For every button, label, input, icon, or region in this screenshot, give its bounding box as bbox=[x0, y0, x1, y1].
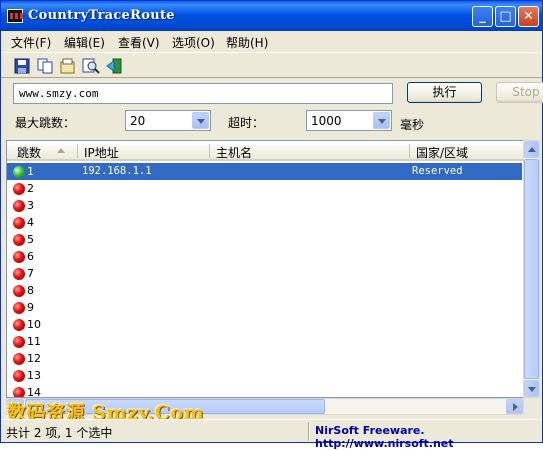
table-row[interactable]: 7 bbox=[7, 265, 522, 282]
timeout-select[interactable]: 1000 bbox=[306, 110, 392, 131]
minimize-icon: _ bbox=[479, 9, 486, 24]
column-header-hostname[interactable]: 主机名 bbox=[216, 144, 252, 161]
table-row[interactable]: 6 bbox=[7, 248, 522, 265]
row-hop: 5 bbox=[27, 233, 34, 246]
app-window: CountryTraceRoute _ □ ✕ 文件(F) 编辑(E) 查看(V… bbox=[0, 0, 543, 450]
timeout-value: 1000 bbox=[311, 114, 342, 128]
close-button[interactable]: ✕ bbox=[518, 6, 539, 27]
status-count: 共计 2 项, 1 个选中 bbox=[6, 426, 113, 440]
row-hop: 3 bbox=[27, 199, 34, 212]
row-hop: 4 bbox=[27, 216, 34, 229]
status-fail-icon bbox=[13, 217, 25, 229]
app-icon bbox=[7, 9, 23, 23]
column-divider[interactable] bbox=[77, 144, 78, 158]
table-row[interactable]: 1 192.168.1.1 Reserved bbox=[7, 163, 522, 180]
execute-button[interactable]: 执行 bbox=[407, 82, 482, 103]
max-hops-label: 最大跳数： bbox=[15, 116, 76, 130]
row-hop: 6 bbox=[27, 250, 34, 263]
exit-icon[interactable] bbox=[105, 57, 123, 75]
row-hop: 10 bbox=[27, 318, 41, 331]
table-row[interactable]: 12 bbox=[7, 350, 522, 367]
column-header-ip[interactable]: IP地址 bbox=[84, 144, 119, 161]
menu-edit[interactable]: 编辑(E) bbox=[64, 34, 105, 51]
menu-help[interactable]: 帮助(H) bbox=[226, 34, 268, 51]
table-row[interactable]: 9 bbox=[7, 299, 522, 316]
chevron-down-icon[interactable] bbox=[373, 112, 390, 129]
table-row[interactable]: 13 bbox=[7, 367, 522, 384]
nirsoft-link[interactable]: NirSoft Freeware. http://www.nirsoft.net bbox=[315, 424, 542, 450]
max-hops-value: 20 bbox=[130, 114, 146, 128]
status-fail-icon bbox=[13, 285, 25, 297]
table-row[interactable]: 11 bbox=[7, 333, 522, 350]
target-host-input[interactable]: www.smzy.com bbox=[13, 83, 393, 104]
table-row[interactable]: 10 bbox=[7, 316, 522, 333]
menu-options[interactable]: 选项(O) bbox=[172, 34, 215, 51]
list-header: 跳数 IP地址 主机名 国家/区域 bbox=[7, 141, 523, 161]
window-title: CountryTraceRoute bbox=[28, 8, 175, 23]
row-hop: 14 bbox=[27, 386, 41, 398]
status-fail-icon bbox=[13, 302, 25, 314]
column-header-hop[interactable]: 跳数 bbox=[17, 144, 41, 161]
sort-ascending-icon bbox=[57, 148, 65, 153]
max-hops-select[interactable]: 20 bbox=[125, 110, 211, 131]
table-row[interactable]: 2 bbox=[7, 180, 522, 197]
maximize-button[interactable]: □ bbox=[495, 6, 516, 27]
vertical-scrollbar[interactable] bbox=[523, 140, 540, 398]
row-hop: 9 bbox=[27, 301, 34, 314]
scroll-thumb[interactable] bbox=[524, 159, 539, 379]
menu-bar: 文件(F) 编辑(E) 查看(V) 选项(O) 帮助(H) bbox=[1, 31, 542, 51]
toolbar bbox=[1, 52, 542, 78]
chevron-down-icon[interactable] bbox=[192, 112, 209, 129]
status-fail-icon bbox=[13, 234, 25, 246]
find-icon[interactable] bbox=[82, 57, 100, 75]
row-hop: 1 bbox=[27, 165, 34, 178]
table-row[interactable]: 8 bbox=[7, 282, 522, 299]
status-fail-icon bbox=[13, 183, 25, 195]
copy-icon[interactable] bbox=[36, 57, 54, 75]
close-icon: ✕ bbox=[523, 9, 534, 24]
timeout-label: 超时： bbox=[228, 116, 265, 130]
row-hop: 8 bbox=[27, 284, 34, 297]
scroll-up-button[interactable] bbox=[524, 141, 539, 158]
properties-icon[interactable] bbox=[59, 57, 77, 75]
menu-view[interactable]: 查看(V) bbox=[118, 34, 160, 51]
scroll-down-button[interactable] bbox=[524, 380, 539, 397]
row-ip: 192.168.1.1 bbox=[82, 165, 152, 177]
table-row[interactable]: 5 bbox=[7, 231, 522, 248]
status-fail-icon bbox=[13, 200, 25, 212]
save-icon[interactable] bbox=[13, 57, 31, 75]
status-fail-icon bbox=[13, 370, 25, 382]
stop-button[interactable]: Stop bbox=[496, 82, 543, 103]
row-hop: 13 bbox=[27, 369, 41, 382]
status-fail-icon bbox=[13, 319, 25, 331]
status-fail-icon bbox=[13, 387, 25, 397]
table-row[interactable]: 3 bbox=[7, 197, 522, 214]
table-row[interactable]: 4 bbox=[7, 214, 522, 231]
status-fail-icon bbox=[13, 353, 25, 365]
row-hop: 7 bbox=[27, 267, 34, 280]
row-hop: 11 bbox=[27, 335, 41, 348]
table-row[interactable]: 14 bbox=[7, 384, 522, 398]
title-bar[interactable]: CountryTraceRoute _ □ ✕ bbox=[1, 1, 542, 31]
status-bar: 共计 2 项, 1 个选中 NirSoft Freeware. http://w… bbox=[1, 419, 542, 450]
column-divider[interactable] bbox=[409, 144, 410, 158]
row-hop: 12 bbox=[27, 352, 41, 365]
status-fail-icon bbox=[13, 336, 25, 348]
status-ok-icon bbox=[13, 166, 25, 178]
minimize-button[interactable]: _ bbox=[472, 6, 493, 27]
scroll-right-button[interactable] bbox=[506, 399, 523, 414]
status-divider bbox=[308, 422, 310, 441]
column-header-country[interactable]: 国家/区域 bbox=[416, 144, 468, 161]
maximize-icon: □ bbox=[499, 9, 512, 24]
timeout-unit: 毫秒 bbox=[400, 118, 425, 132]
menu-file[interactable]: 文件(F) bbox=[11, 34, 51, 51]
row-country: Reserved bbox=[412, 165, 463, 177]
status-fail-icon bbox=[13, 268, 25, 280]
hops-list[interactable]: 跳数 IP地址 主机名 国家/区域 1 192.168.1.1 Reserved 2 3… bbox=[6, 140, 524, 398]
column-divider[interactable] bbox=[209, 144, 210, 158]
row-hop: 2 bbox=[27, 182, 34, 195]
status-fail-icon bbox=[13, 251, 25, 263]
